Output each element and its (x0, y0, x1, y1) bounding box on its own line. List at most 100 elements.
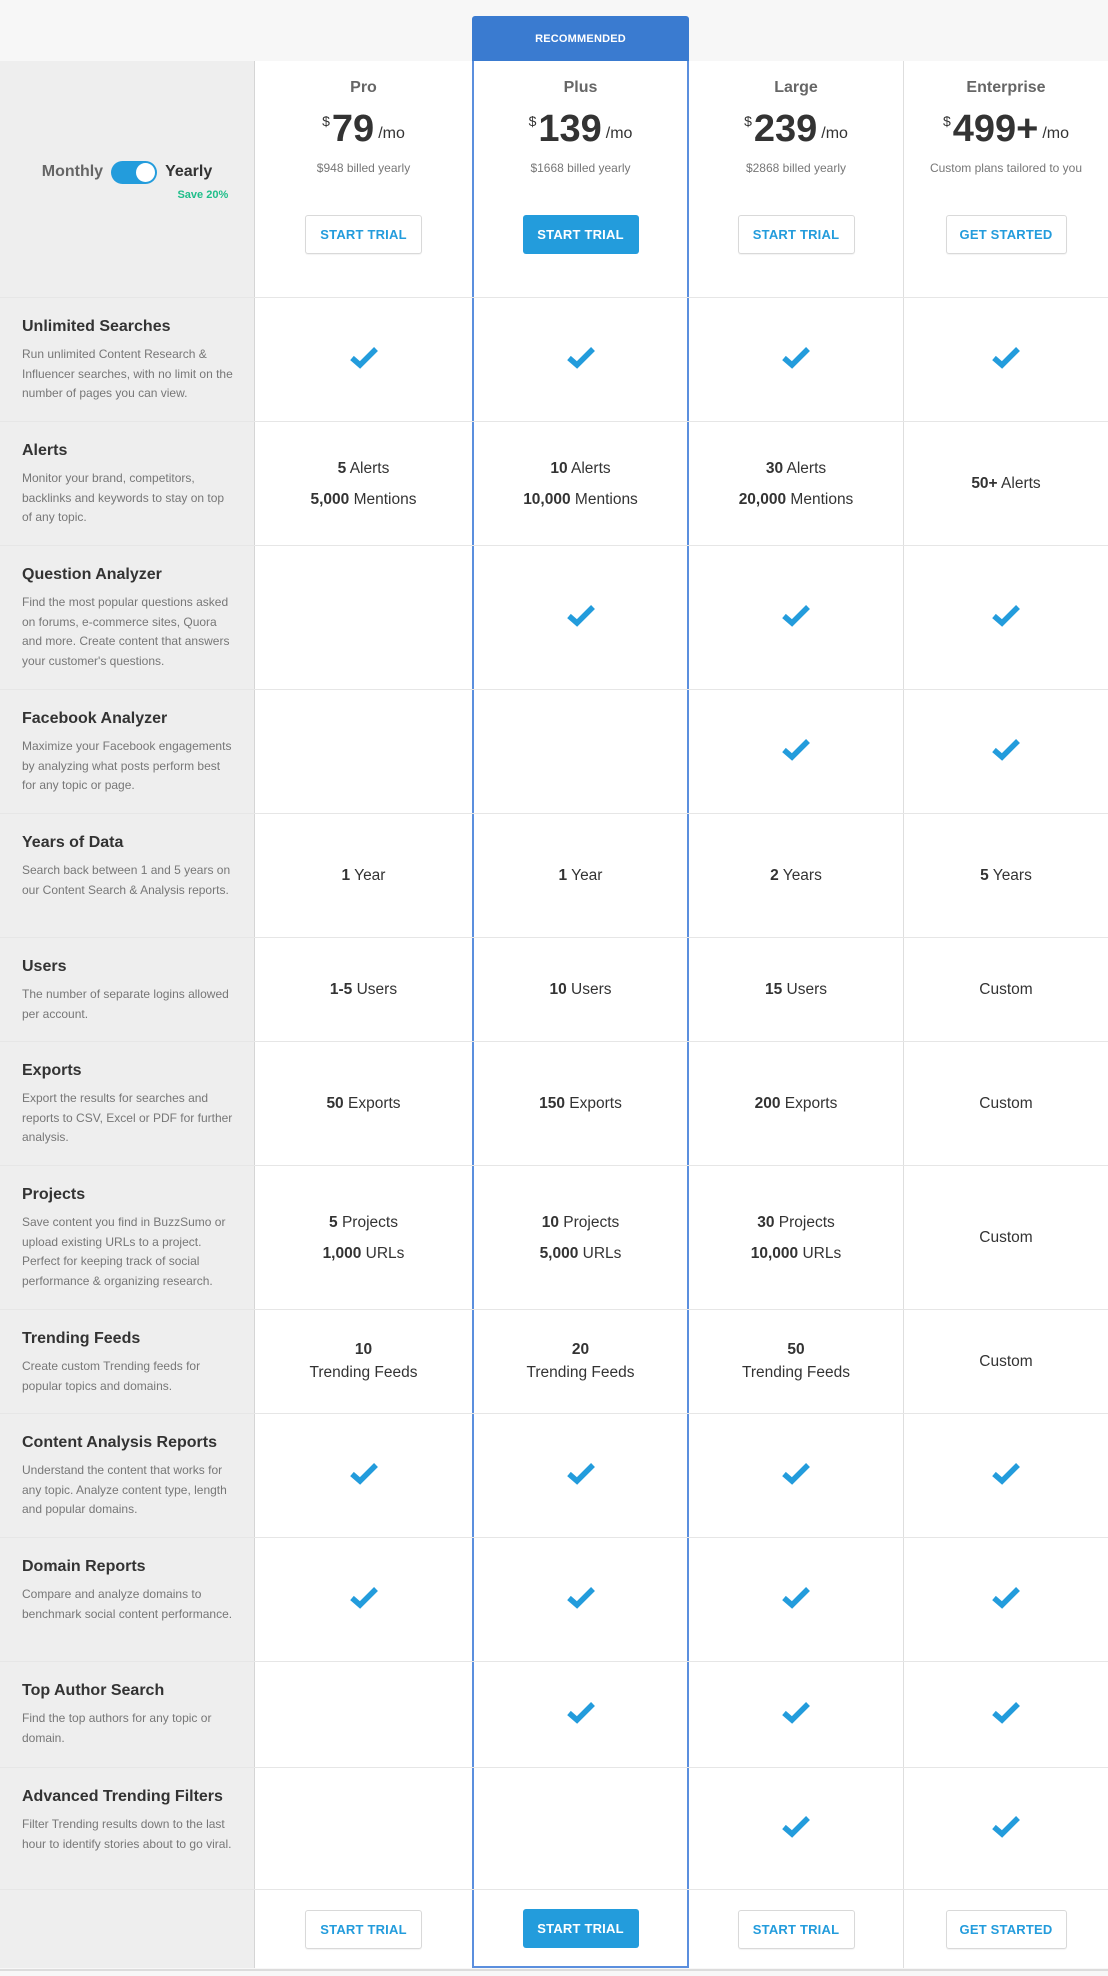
value-number: 15 (764, 981, 783, 998)
feature-label-cell: Top Author Search Find the top authors fo… (0, 1662, 255, 1767)
value-unit: Projects (558, 1213, 620, 1231)
feature-value-line: 20,000 Mentions (739, 484, 854, 515)
feature-row-domain-reports: Domain Reports Compare and analyze domain… (0, 1538, 1108, 1662)
feature-row-alerts: Alerts Monitor your brand, competitors, b… (0, 422, 1108, 546)
value-number: 5,000 (310, 490, 350, 508)
plan-column-large: Large $239/mo $2868 billed yearly START TRI… (689, 61, 904, 297)
value-unit: Custom (979, 1229, 1033, 1246)
feature-value-enterprise: Custom (904, 1166, 1108, 1309)
value-unit: Custom (979, 1095, 1033, 1112)
feature-value-plus: 150 Exports (472, 1042, 689, 1165)
check-icon (349, 1585, 379, 1614)
feature-description: Maximize your Facebook engagements by an… (22, 739, 232, 792)
value-unit: Year (350, 867, 386, 884)
check-icon (349, 1461, 379, 1490)
feature-row-trending-feeds: Trending Feeds Create custom Trending fee… (0, 1310, 1108, 1414)
price-period: /mo (605, 125, 633, 142)
billed-yearly-note: Custom plans tailored to you (929, 161, 1083, 175)
feature-value-plus (472, 546, 689, 689)
feature-value-enterprise: 5 Years (904, 814, 1108, 937)
value-unit: Alerts (783, 459, 827, 477)
start-trial-button-plus[interactable]: START TRIAL (522, 215, 639, 254)
value-unit: Projects (774, 1213, 835, 1231)
feature-label-cell: Advanced Trending Filters Filter Trending… (0, 1768, 255, 1889)
value-number: 200 (754, 1095, 781, 1112)
value-unit: Years (778, 867, 822, 884)
yearly-label[interactable]: Yearly (165, 163, 212, 181)
billed-yearly-note: $948 billed yearly (316, 161, 411, 175)
get-started-button-enterprise[interactable]: GET STARTED (945, 1909, 1067, 1949)
feature-value-pro (255, 1662, 472, 1767)
monthly-label[interactable]: Monthly (42, 163, 103, 181)
check-icon (991, 737, 1021, 766)
toggle-knob (136, 162, 156, 182)
feature-description: Monitor your brand, competitors, backlin… (22, 471, 225, 524)
plan-price: $499+/mo (943, 107, 1069, 155)
start-trial-button-large[interactable]: START TRIAL (737, 215, 855, 254)
feature-label-cell: Unlimited Searches Run unlimited Content … (0, 298, 255, 421)
price-period: /mo (378, 125, 405, 142)
check-icon (566, 1585, 596, 1614)
value-unit: Mentions (349, 490, 417, 508)
price-period: /mo (1042, 125, 1070, 142)
feature-row-facebook-analyzer: Facebook Analyzer Maximize your Facebook … (0, 690, 1108, 814)
feature-value-line: 5,000 Mentions (311, 484, 417, 515)
feature-value-line: 30 Projects (757, 1207, 835, 1238)
feature-row-top-author-search: Top Author Search Find the top authors fo… (0, 1662, 1108, 1768)
feature-title: Exports (22, 1062, 82, 1079)
feature-value-enterprise: Custom (904, 938, 1108, 1041)
feature-value-plus (472, 690, 689, 813)
feature-value-enterprise (904, 1414, 1108, 1537)
feature-value-enterprise (904, 690, 1108, 813)
start-trial-button-pro[interactable]: START TRIAL (305, 215, 422, 254)
feature-value-pro (255, 1538, 472, 1661)
feature-title: Unlimited Searches (22, 318, 171, 335)
price-amount: 139 (538, 108, 602, 150)
value-unit: Mentions (786, 490, 854, 508)
footer-cta-enterprise: GET STARTED (904, 1890, 1108, 1968)
value-unit: Users (566, 981, 612, 998)
feature-value-line: 50+ Alerts (971, 468, 1040, 499)
start-trial-button-large[interactable]: START TRIAL (737, 1909, 855, 1949)
value-unit: Trending Feeds (526, 1363, 635, 1381)
feature-label-cell: Alerts Monitor your brand, competitors, b… (0, 422, 255, 545)
value-unit: URLs (361, 1244, 405, 1262)
value-number: 10 (549, 981, 567, 998)
feature-value-large (689, 546, 904, 689)
feature-value-enterprise (904, 298, 1108, 421)
value-unit: Exports (343, 1095, 401, 1112)
feature-description: Save content you find in BuzzSumo or upl… (22, 1215, 226, 1288)
value-number: 5 (337, 459, 347, 477)
billing-toggle-cell: Monthly Yearly Save 20% (0, 61, 255, 297)
currency-symbol: $ (528, 113, 537, 129)
feature-value-plus (472, 1538, 689, 1661)
billing-toggle-switch[interactable] (111, 160, 158, 184)
feature-title: Top Author Search (22, 1682, 165, 1699)
feature-value-line: 15 Users (765, 974, 827, 1005)
pricing-table: Monthly Yearly Save 20% Pro $79/mo $948 bi… (0, 61, 1108, 1968)
plan-name: Large (774, 79, 818, 96)
feature-value-line: 30 Alerts (766, 453, 826, 484)
price-amount: 79 (331, 108, 375, 150)
feature-row-years-of-data: Years of Data Search back between 1 and 5… (0, 814, 1108, 938)
value-unit: Mentions (570, 490, 638, 508)
value-unit: Alerts (567, 459, 611, 477)
feature-value-pro: 50 Exports (255, 1042, 472, 1165)
value-number: 30 (765, 459, 784, 477)
value-number: 30 (757, 1213, 775, 1231)
start-trial-button-pro[interactable]: START TRIAL (305, 1909, 422, 1949)
price-amount: 239 (753, 108, 818, 150)
feature-value-plus: 10 Projects 5,000 URLs (472, 1166, 689, 1309)
start-trial-button-plus[interactable]: START TRIAL (522, 1908, 639, 1948)
check-icon (991, 1700, 1021, 1729)
value-number: 10 (541, 1213, 559, 1231)
feature-value-line: 1 Year (342, 860, 386, 891)
feature-value-line: 1-5 Users (330, 974, 397, 1005)
value-unit: URLs (798, 1244, 842, 1262)
feature-value-line: 150 Exports (539, 1088, 622, 1119)
get-started-button-enterprise[interactable]: GET STARTED (945, 215, 1067, 254)
value-number: 10,000 (750, 1244, 799, 1262)
plan-name: Plus (563, 79, 598, 96)
footer-cta-large: START TRIAL (689, 1890, 904, 1968)
feature-description: Compare and analyze domains to benchmark… (22, 1587, 233, 1621)
